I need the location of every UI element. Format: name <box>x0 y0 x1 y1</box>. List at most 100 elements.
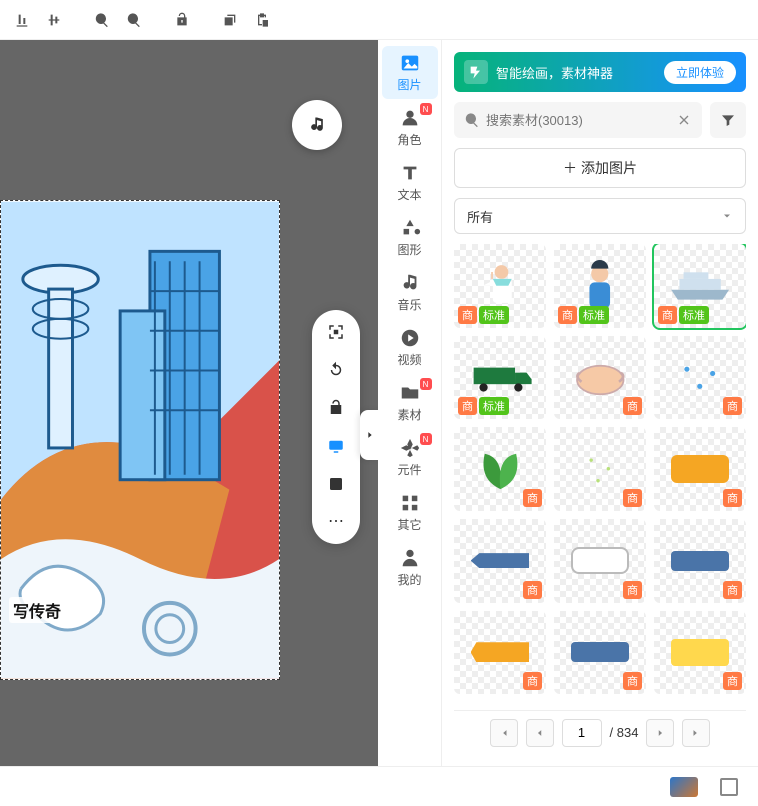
rotate-icon[interactable] <box>324 358 348 382</box>
last-page-button[interactable] <box>682 719 710 747</box>
category-label: 我的 <box>397 571 421 588</box>
search-input[interactable] <box>486 113 670 128</box>
prev-page-button[interactable] <box>526 719 554 747</box>
category-label: 图形 <box>397 241 421 258</box>
asset-card[interactable]: 商 <box>554 611 646 695</box>
top-toolbar <box>0 0 758 40</box>
asset-preview <box>663 536 737 586</box>
asset-preview <box>463 352 537 402</box>
component-icon <box>399 437 421 459</box>
align-middle-button[interactable] <box>40 6 68 34</box>
canvas-selected-object[interactable]: 写传奇 <box>0 200 280 680</box>
asset-tag: 商 <box>623 672 642 690</box>
person-icon <box>399 547 421 569</box>
unlock-button[interactable] <box>168 6 196 34</box>
category-grid[interactable]: 其它 <box>382 486 438 539</box>
canvas-area[interactable]: 写传奇 ⋯ <box>0 40 378 766</box>
category-label: 文本 <box>397 186 421 203</box>
grid-icon <box>399 492 421 514</box>
asset-tag: 商 <box>458 306 477 324</box>
asset-preview <box>563 627 637 677</box>
search-icon <box>464 112 480 128</box>
zoom-in-button[interactable] <box>88 6 116 34</box>
asset-preview <box>663 627 737 677</box>
add-image-button[interactable]: ＋ 添加图片 <box>454 148 746 188</box>
screen-icon[interactable] <box>324 434 348 458</box>
asset-panel: 智能绘画，素材神器 立即体验 ＋ 添加图片 所有 商标准商标准商标准商标准商商商… <box>442 40 758 766</box>
promo-button[interactable]: 立即体验 <box>664 61 736 84</box>
asset-preview <box>563 261 637 311</box>
new-badge: N <box>420 433 432 445</box>
category-dropdown[interactable]: 所有 <box>454 198 746 234</box>
align-bottom-button[interactable] <box>8 6 36 34</box>
asset-card[interactable]: 商 <box>454 611 546 695</box>
asset-card[interactable]: 商 <box>554 519 646 603</box>
more-icon[interactable]: ⋯ <box>324 510 348 534</box>
page-thumbnail[interactable] <box>670 777 698 797</box>
asset-tag: 商 <box>523 581 542 599</box>
asset-card[interactable]: 商 <box>654 336 746 420</box>
category-label: 其它 <box>397 516 421 533</box>
main-area: 写传奇 ⋯ 图片角色N文本图形音乐视频素材N元件N其它我的 智能绘画，素材神器 … <box>0 40 758 766</box>
asset-card[interactable]: 商 <box>554 336 646 420</box>
layer-icon[interactable] <box>324 472 348 496</box>
asset-card[interactable]: 商 <box>454 519 546 603</box>
category-text[interactable]: 文本 <box>382 156 438 209</box>
asset-grid: 商标准商标准商标准商标准商商商商商商商商商商商 <box>454 244 746 700</box>
copy-button[interactable] <box>216 6 244 34</box>
category-label: 音乐 <box>397 296 421 313</box>
asset-preview <box>563 444 637 494</box>
asset-card[interactable]: 商 <box>554 427 646 511</box>
expand-panel-button[interactable] <box>360 410 378 460</box>
search-box[interactable] <box>454 102 702 138</box>
asset-tag: 商 <box>523 489 542 507</box>
pagination: / 834 <box>454 710 746 754</box>
category-person[interactable]: 我的 <box>382 541 438 594</box>
illustration: 写传奇 <box>1 201 279 679</box>
chevron-down-icon <box>721 210 733 222</box>
music-icon <box>399 272 421 294</box>
bottom-bar <box>0 766 758 806</box>
asset-tag: 商 <box>523 672 542 690</box>
search-row <box>454 102 746 138</box>
asset-card[interactable]: 商标准 <box>454 244 546 328</box>
category-user[interactable]: 角色N <box>382 101 438 154</box>
zoom-out-button[interactable] <box>120 6 148 34</box>
clear-icon[interactable] <box>676 112 692 128</box>
asset-tag: 标准 <box>679 306 709 324</box>
category-image[interactable]: 图片 <box>382 46 438 99</box>
new-badge: N <box>420 103 432 115</box>
first-page-button[interactable] <box>490 719 518 747</box>
text-icon <box>399 162 421 184</box>
asset-card[interactable]: 商 <box>654 427 746 511</box>
music-button[interactable] <box>292 100 342 150</box>
next-page-button[interactable] <box>646 719 674 747</box>
asset-tag: 商 <box>723 581 742 599</box>
page-total: / 834 <box>610 725 639 740</box>
filter-button[interactable] <box>710 102 746 138</box>
category-video[interactable]: 视频 <box>382 321 438 374</box>
category-folder[interactable]: 素材N <box>382 376 438 429</box>
asset-card[interactable]: 商 <box>654 519 746 603</box>
category-music[interactable]: 音乐 <box>382 266 438 319</box>
asset-tags: 商标准 <box>458 306 509 324</box>
add-image-label: 添加图片 <box>581 158 637 178</box>
category-column: 图片角色N文本图形音乐视频素材N元件N其它我的 <box>378 40 442 766</box>
asset-card[interactable]: 商 <box>454 427 546 511</box>
canvas-caption: 写传奇 <box>9 597 65 623</box>
lock-icon[interactable] <box>324 396 348 420</box>
focus-icon[interactable] <box>324 320 348 344</box>
paste-button[interactable] <box>248 6 276 34</box>
category-component[interactable]: 元件N <box>382 431 438 484</box>
asset-preview <box>563 536 637 586</box>
page-input[interactable] <box>562 719 602 747</box>
asset-card[interactable]: 商标准 <box>454 336 546 420</box>
fit-screen-button[interactable] <box>720 778 738 796</box>
category-label: 素材 <box>397 406 421 423</box>
asset-tag: 商 <box>458 397 477 415</box>
category-shapes[interactable]: 图形 <box>382 211 438 264</box>
asset-card[interactable]: 商标准 <box>654 244 746 328</box>
promo-banner[interactable]: 智能绘画，素材神器 立即体验 <box>454 52 746 92</box>
asset-card[interactable]: 商 <box>654 611 746 695</box>
asset-card[interactable]: 商标准 <box>554 244 646 328</box>
